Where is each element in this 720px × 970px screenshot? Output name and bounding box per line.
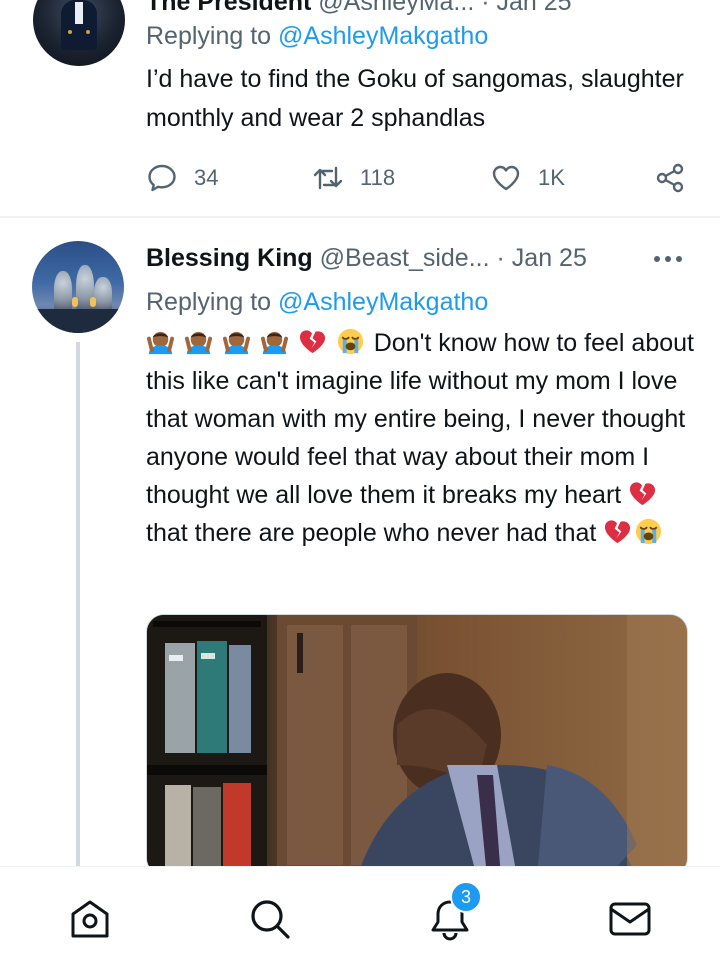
replying-to-label: Replying to [146,22,272,50]
more-dot [654,256,660,262]
notifications-badge[interactable]: 3 [450,881,482,913]
broken-heart-icon [630,482,656,506]
retweet-count: 118 [360,165,396,190]
thread-line [76,342,80,872]
tweet-header: The President @AshleyMa... · Jan 25 [146,0,572,17]
reply-count: 34 [194,165,219,190]
display-name[interactable]: The President [146,0,311,16]
heart-icon [492,165,520,191]
tweet-actions: 34 118 1K [146,160,692,196]
avatar[interactable] [33,0,125,66]
avatar-light [72,297,78,307]
avatar-detail [94,277,112,311]
bottom-nav: 3 [0,866,720,970]
avatar-light [90,297,96,307]
tweet-date[interactable]: Jan 25 [512,244,587,272]
like-button[interactable]: 1K [490,160,565,196]
more-dot [676,256,682,262]
loudly-crying-face-icon [636,518,662,545]
home-icon [71,900,109,938]
separator: · [496,244,505,272]
person-gesturing-no-icon [146,331,175,355]
avatar[interactable] [32,241,124,333]
tweet-text: I’d have to find the Goku of sangomas, s… [146,65,684,132]
avatar-detail [86,30,90,34]
broken-heart-icon [299,330,325,354]
display-name[interactable]: Blessing King [146,244,313,272]
more-dot [665,256,671,262]
nav-messages[interactable] [606,895,654,943]
person-gesturing-no-icon [184,331,212,355]
tweet-media-image[interactable] [146,614,688,876]
replying-to: Replying to @AshleyMakgatho [146,288,488,317]
avatar-shirt [75,2,83,24]
handle[interactable]: @Beast_side... [320,244,490,272]
share-icon [656,163,684,193]
like-count: 1K [538,165,565,190]
mail-icon [609,902,651,936]
loudly-crying-face-icon [337,328,363,355]
person-gesturing-no-icon [260,331,288,355]
search-icon [251,900,290,939]
tweet-2[interactable]: Blessing King @Beast_side... · Jan 25 Re… [0,218,720,876]
media-illustration [147,615,687,875]
mention-link[interactable]: @AshleyMakgatho [278,288,488,316]
nav-home[interactable] [66,895,114,943]
more-options-button[interactable] [654,256,682,262]
mention-link[interactable]: @AshleyMakgatho [278,22,488,50]
replying-to-label: Replying to [146,288,272,316]
broken-heart-icon [605,520,631,544]
tweet-header: Blessing King @Beast_side... · Jan 25 [146,244,587,273]
share-button[interactable] [654,160,686,196]
reply-icon [148,164,176,192]
tweet-date[interactable]: Jan 25 [497,0,572,16]
person-gesturing-no-icon [222,331,250,355]
avatar-detail [68,30,72,34]
reply-button[interactable]: 34 [146,160,218,196]
nav-search[interactable] [246,895,294,943]
retweet-icon [313,166,343,190]
emoji-group [146,328,374,357]
tweet-1[interactable]: The President @AshleyMa... · Jan 25 Repl… [0,0,720,218]
retweet-button[interactable]: 118 [312,160,395,196]
handle[interactable]: @AshleyMa... [318,0,474,16]
tweet-text: Don't know how to feel about this like c… [146,324,694,552]
tweet-text-part-2: that there are people who never had that [146,519,604,547]
avatar-ground [32,309,124,333]
replying-to: Replying to @AshleyMakgatho [146,22,488,51]
separator: · [481,0,490,16]
avatar-detail [54,271,72,311]
